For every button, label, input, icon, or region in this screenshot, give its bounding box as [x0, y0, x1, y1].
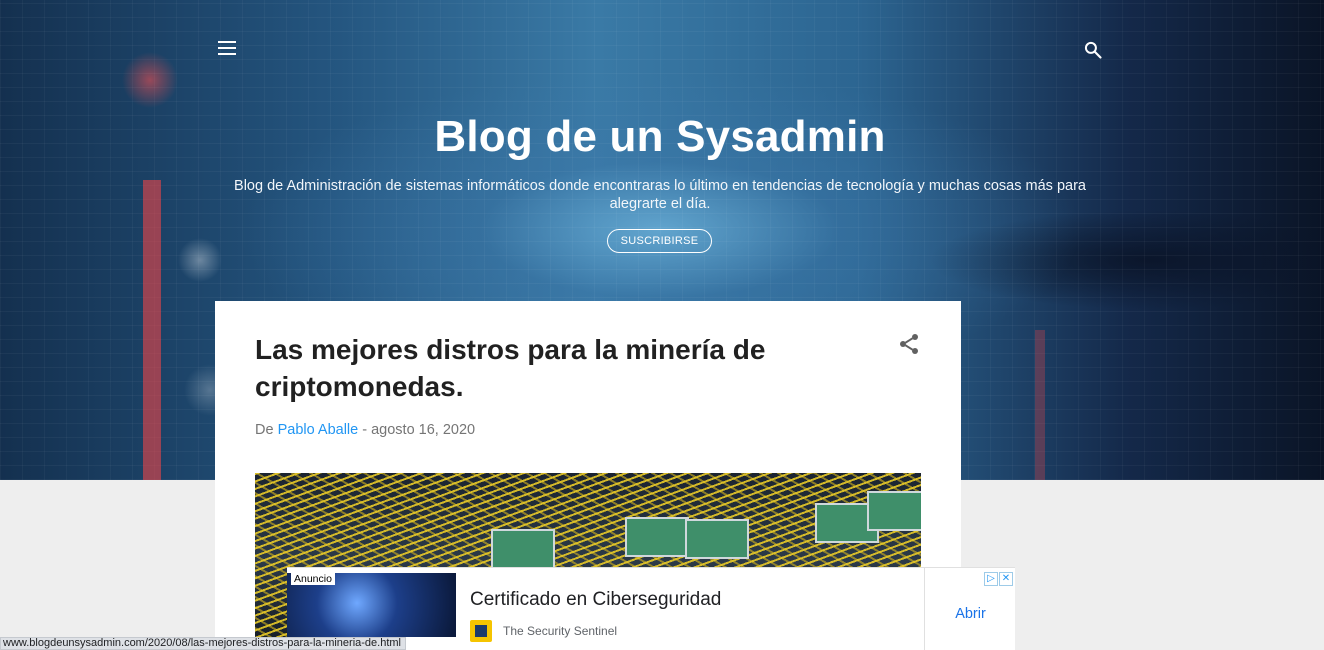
ad-divider: [924, 568, 925, 650]
date-separator: -: [362, 422, 368, 438]
blog-description: Blog de Administración de sistemas infor…: [234, 178, 1086, 212]
byline-prefix: De: [255, 422, 274, 438]
post-date-link[interactable]: agosto 16, 2020: [371, 422, 475, 438]
close-icon[interactable]: ✕: [999, 572, 1013, 586]
subscribe-button[interactable]: SUSCRIBIRSE: [607, 229, 712, 253]
ad-open-button[interactable]: Abrir: [926, 606, 1015, 622]
ad-choices-icon[interactable]: ▷: [984, 572, 998, 586]
ad-label: Anuncio: [291, 573, 335, 585]
status-bar-url: www.blogdeunsysadmin.com/2020/08/las-mej…: [0, 637, 406, 650]
image-detail: [867, 491, 921, 531]
ad-title[interactable]: Certificado en Ciberseguridad: [470, 589, 721, 611]
hamburger-menu-icon[interactable]: [218, 41, 236, 55]
decorative-bar: [1035, 330, 1045, 480]
decorative-bar: [143, 180, 161, 480]
blog-title[interactable]: Blog de un Sysadmin: [0, 112, 1320, 162]
post-byline: De Pablo Aballe - agosto 16, 2020: [255, 422, 475, 438]
share-icon[interactable]: [897, 332, 921, 356]
search-icon[interactable]: [1083, 40, 1103, 60]
post-title[interactable]: Las mejores distros para la minería de c…: [255, 331, 815, 405]
image-detail: [491, 529, 555, 569]
ad-controls: ▷ ✕: [983, 568, 1015, 586]
image-detail: [625, 517, 689, 557]
ad-brand-logo-icon: [470, 620, 492, 642]
ad-brand-name[interactable]: The Security Sentinel: [503, 624, 617, 638]
image-detail: [685, 519, 749, 559]
author-link[interactable]: Pablo Aballe: [278, 422, 359, 438]
